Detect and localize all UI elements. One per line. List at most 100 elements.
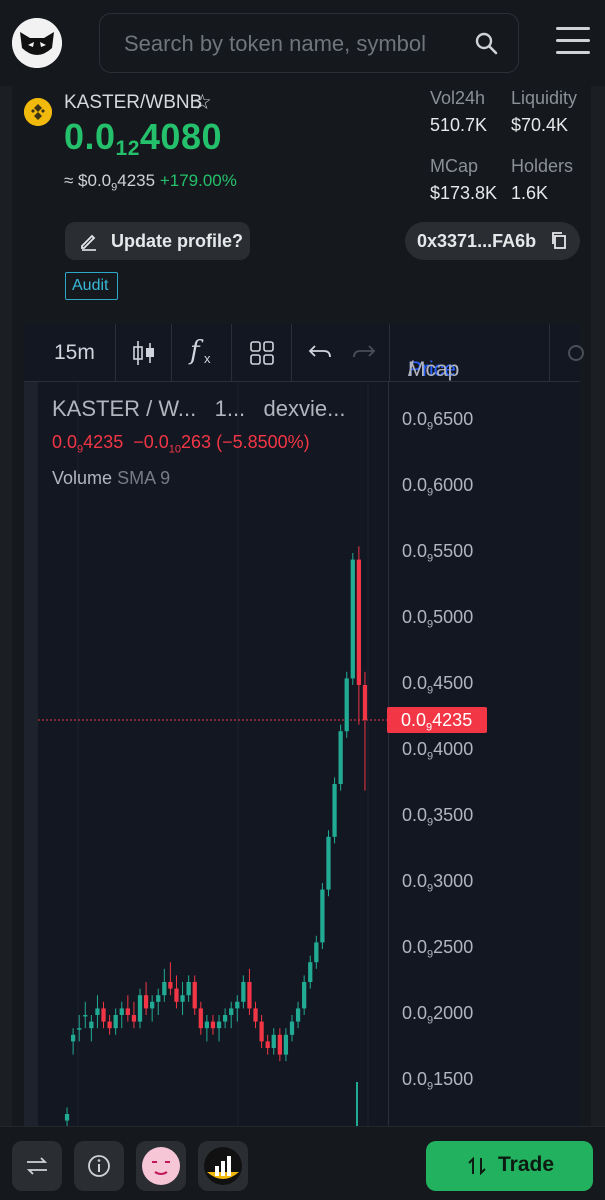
pair-name: KASTER/WBNB (64, 92, 203, 113)
candle (332, 777, 337, 844)
candle (168, 962, 173, 996)
candle (247, 968, 252, 1015)
chart-legend-title: KASTER / W... 1... dexvie... (52, 396, 346, 421)
current-price-tag: 0.094235 (387, 706, 487, 734)
pink-app-button[interactable] (136, 1141, 186, 1191)
search-icon[interactable] (474, 31, 500, 57)
chart-app-button[interactable] (198, 1141, 248, 1191)
trade-label: Trade (498, 1153, 555, 1176)
candle (186, 975, 191, 1002)
candle (83, 1001, 88, 1029)
layout-grid-icon[interactable] (232, 324, 292, 382)
price-axis-tick: 0.093000 (402, 871, 474, 895)
price-axis-tick: 0.096000 (402, 475, 474, 499)
price-axis-tick: 0.096500 (402, 409, 474, 433)
candle (125, 995, 130, 1022)
candle (344, 671, 349, 738)
candle (283, 1028, 289, 1062)
candle (143, 982, 149, 1015)
price-axis-tick: 0.092500 (402, 937, 474, 961)
candle (326, 830, 331, 897)
copy-icon (552, 232, 566, 249)
price-axis-tick: 0.095500 (402, 541, 474, 565)
bars-logo-icon (204, 1147, 242, 1185)
stat-liquidity: Liquidity $70.4K (511, 88, 578, 135)
chart-toolbar: 15m f x Price / Mcap (24, 324, 584, 382)
settings-gear-icon[interactable] (550, 324, 584, 382)
candle (271, 1028, 276, 1055)
app-logo-icon[interactable] (12, 18, 62, 68)
audit-badge[interactable]: Audit (65, 272, 118, 300)
candle (89, 1015, 94, 1042)
contract-address-button[interactable]: 0x3371...FA6b (405, 222, 580, 260)
undo-icon[interactable] (308, 344, 332, 362)
pink-face-icon (142, 1147, 180, 1185)
info-icon (88, 1155, 110, 1177)
candle (222, 1008, 228, 1029)
candle (350, 553, 355, 685)
candle (253, 1001, 258, 1029)
candle (289, 1015, 295, 1042)
candle (314, 935, 319, 969)
candlestick-type-icon[interactable] (116, 324, 172, 382)
hamburger-menu-icon[interactable] (556, 27, 590, 57)
trade-arrows-icon (468, 1156, 486, 1176)
candle (192, 975, 197, 1015)
candle (174, 975, 179, 1009)
candle (338, 724, 343, 791)
candle (137, 988, 143, 1029)
candle (101, 1001, 106, 1029)
candle (210, 1015, 216, 1035)
stat-mcap: MCap $173.8K (430, 156, 498, 203)
search-box[interactable] (99, 13, 519, 73)
candle (302, 975, 307, 1015)
redo-icon[interactable] (352, 344, 376, 362)
candle (229, 1001, 234, 1029)
price-axis-tick: 0.093500 (402, 805, 474, 829)
volume-legend: Volume SMA 9 (52, 468, 171, 488)
price-mcap-toggle[interactable]: Price / Mcap (390, 324, 550, 382)
candle (277, 1028, 282, 1062)
candle (235, 995, 240, 1022)
bnb-chain-icon (24, 98, 52, 126)
swap-arrows-button[interactable] (12, 1141, 62, 1191)
stat-holders: Holders 1.6K (511, 156, 574, 203)
candle (320, 883, 325, 949)
candle (362, 671, 368, 791)
candle (308, 955, 313, 989)
search-input[interactable] (124, 28, 464, 60)
info-button[interactable] (74, 1141, 124, 1191)
interval-selector[interactable]: 15m (38, 324, 116, 382)
candle (64, 1107, 70, 1126)
candle (113, 1008, 118, 1035)
top-bar (0, 0, 605, 86)
panel-right-edge (591, 86, 605, 1126)
favorite-star-icon[interactable]: ☆ (193, 90, 212, 115)
volume-bar (356, 1082, 358, 1126)
price-axis-divider (388, 382, 389, 1126)
bottom-action-bar: Trade (0, 1126, 605, 1200)
candle (70, 1028, 76, 1055)
candle (295, 1001, 301, 1029)
price-change: +179.00% (159, 171, 237, 190)
price-axis-tick: 0.092000 (402, 1003, 474, 1027)
candle (156, 988, 161, 1015)
candle (95, 995, 100, 1029)
indicators-fx-icon[interactable]: f x (172, 324, 232, 382)
update-profile-button[interactable]: Update profile? (65, 222, 250, 260)
candle (356, 546, 362, 725)
candle (150, 995, 155, 1022)
candle (216, 1015, 222, 1042)
trade-button[interactable]: Trade (426, 1141, 593, 1191)
candle (204, 1015, 210, 1042)
undo-redo-group (292, 324, 390, 382)
price-axis-tick: 0.094500 (402, 673, 474, 697)
price-chart-widget[interactable]: 15m f x Price / Mcap KASTER / W... 1... … (24, 324, 584, 1126)
candle (162, 968, 167, 1002)
price-axis-tick: 0.094000 (402, 739, 474, 763)
candlestick-plot[interactable] (38, 382, 580, 1126)
candle (265, 1034, 270, 1055)
chart-left-strip (24, 382, 38, 1126)
price-axis-tick: 0.095000 (402, 607, 474, 631)
candle (131, 1001, 137, 1029)
